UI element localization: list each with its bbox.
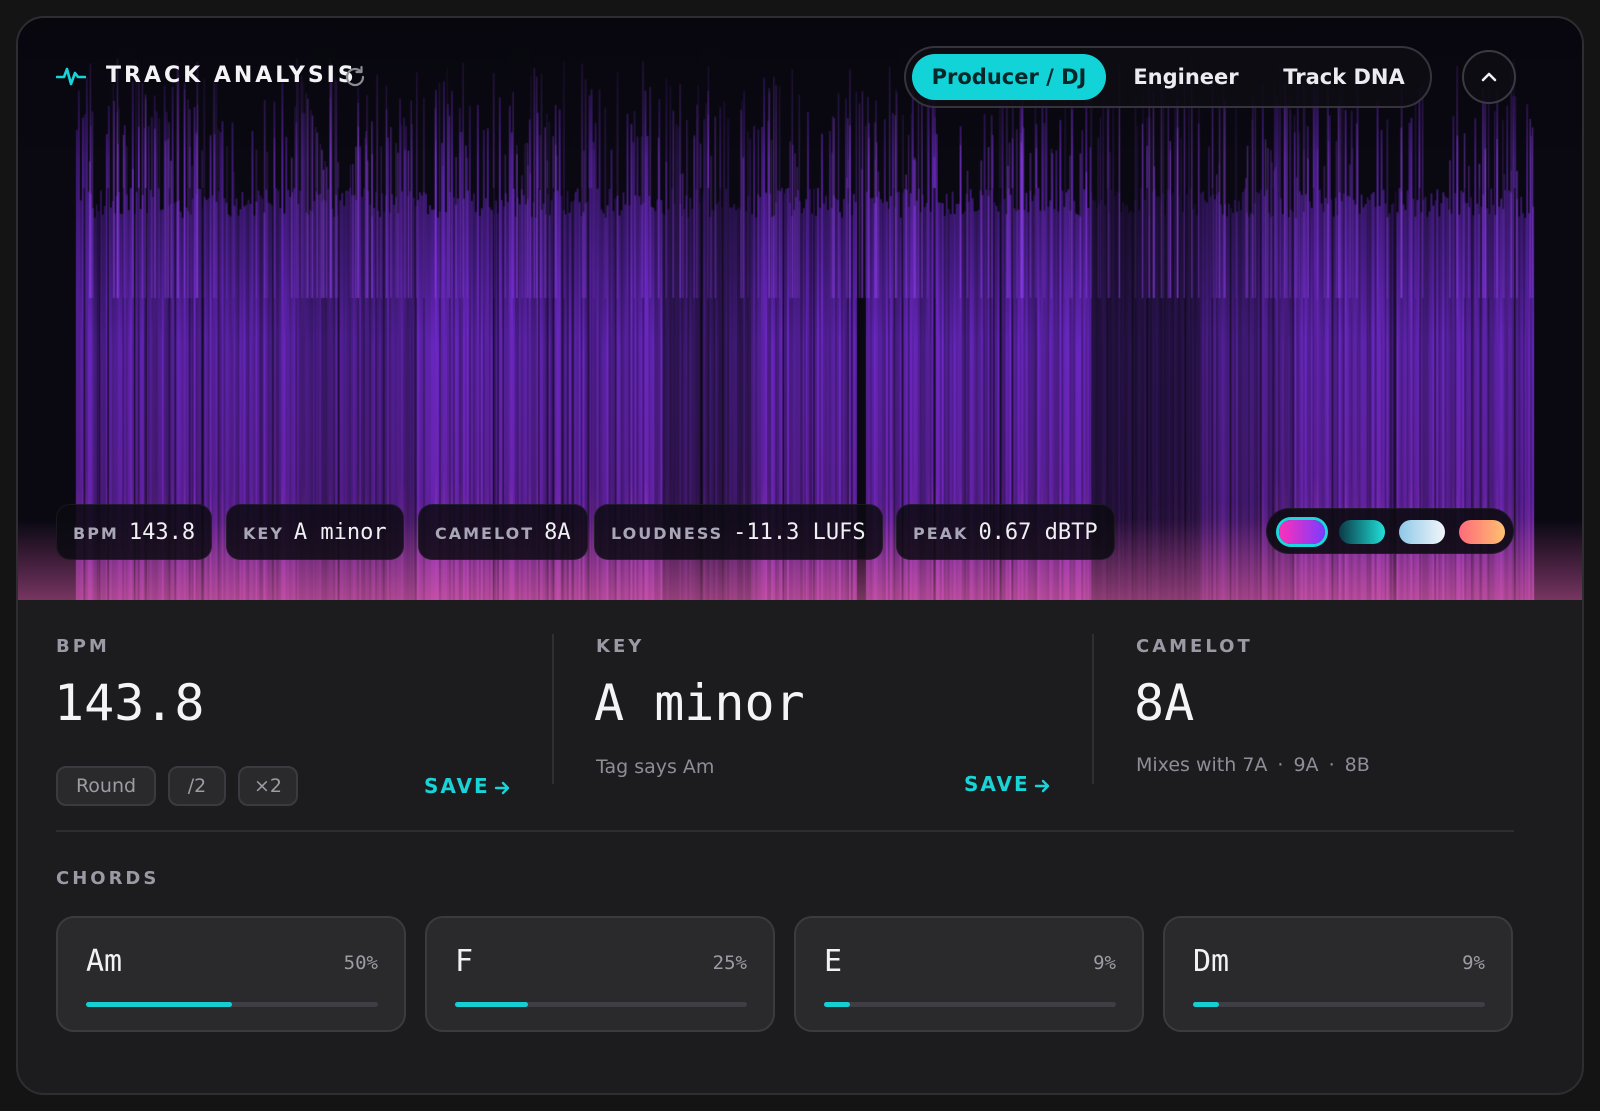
tab-engineer[interactable]: Engineer (1112, 54, 1260, 100)
arrow-right-icon (1034, 779, 1049, 792)
pulse-icon (56, 67, 86, 86)
column-divider (1092, 634, 1094, 784)
compatible-key: 9A (1293, 754, 1319, 776)
chord-percent: 25% (712, 952, 747, 974)
halve-bpm-button[interactable]: /2 (168, 766, 226, 806)
page-title: TRACK ANALYSIS (106, 63, 357, 88)
chord-share-fill (824, 1002, 851, 1007)
key-label: KEY (596, 636, 645, 657)
chords-label: CHORDS (56, 868, 160, 889)
camelot-pill: CAMELOT 8A (418, 504, 588, 560)
bpm-pill: BPM 143.8 (56, 504, 213, 560)
chord-share-bar (455, 1002, 747, 1007)
spectrogram-panel[interactable]: TRACK ANALYSIS Producer / DJ Engineer Tr… (18, 18, 1582, 600)
loudness-pill: LOUDNESS -11.3 LUFS (594, 504, 883, 560)
chord-name: Am (86, 944, 123, 979)
palette-swatch[interactable] (1339, 520, 1385, 544)
save-label: SAVE (964, 772, 1030, 796)
chord-card-am[interactable]: Am 50% (56, 916, 406, 1032)
compatible-keys: Mixes with 7A · 9A · 8B (1136, 754, 1370, 776)
pill-label: KEY (243, 524, 284, 543)
pill-label: BPM (73, 524, 119, 543)
save-bpm-button[interactable]: SAVE (424, 774, 512, 798)
tab-track-dna[interactable]: Track DNA (1266, 54, 1422, 100)
palette-swatch[interactable] (1459, 520, 1505, 544)
key-value: A minor (594, 674, 805, 732)
arrow-right-icon (494, 781, 509, 794)
key-pill: KEY A minor (226, 504, 404, 560)
pill-value: 0.67 dBTP (978, 520, 1098, 545)
bpm-label: BPM (56, 636, 110, 657)
collapse-button[interactable] (1462, 50, 1516, 104)
track-analysis-card: TRACK ANALYSIS Producer / DJ Engineer Tr… (16, 16, 1584, 1095)
chord-name: E (824, 944, 843, 979)
pill-label: CAMELOT (435, 524, 535, 543)
color-palette-picker (1266, 508, 1514, 554)
peak-pill: PEAK 0.67 dBTP (896, 504, 1115, 560)
chord-share-fill (455, 1002, 528, 1007)
chord-percent: 9% (1462, 952, 1485, 974)
pill-label: PEAK (913, 524, 969, 543)
chord-share-fill (1193, 1002, 1220, 1007)
pill-value: 143.8 (128, 520, 196, 545)
chord-share-bar (824, 1002, 1116, 1007)
mixes-prefix: Mixes with (1136, 754, 1237, 776)
round-bpm-button[interactable]: Round (56, 766, 156, 806)
pill-value: A minor (293, 520, 387, 545)
chord-card-dm[interactable]: Dm 9% (1163, 916, 1513, 1032)
chord-share-bar (86, 1002, 378, 1007)
chord-card-e[interactable]: E 9% (794, 916, 1144, 1032)
refresh-icon[interactable] (342, 64, 368, 90)
double-bpm-button[interactable]: ×2 (238, 766, 298, 806)
pill-value: -11.3 LUFS (733, 520, 866, 545)
pill-value: 8A (544, 520, 571, 545)
column-divider (552, 634, 554, 784)
palette-swatch[interactable] (1399, 520, 1445, 544)
chord-percent: 9% (1093, 952, 1116, 974)
compatible-key: 8B (1344, 754, 1370, 776)
pill-label: LOUDNESS (611, 524, 724, 543)
bpm-value: 143.8 (54, 674, 205, 732)
header: TRACK ANALYSIS Producer / DJ Engineer Tr… (18, 18, 1582, 138)
chord-name: Dm (1193, 944, 1230, 979)
chord-share-fill (86, 1002, 232, 1007)
compatible-key: 7A (1242, 754, 1268, 776)
chord-name: F (455, 944, 474, 979)
chord-card-f[interactable]: F 25% (425, 916, 775, 1032)
save-key-button[interactable]: SAVE (964, 772, 1052, 796)
section-divider (56, 830, 1514, 832)
save-label: SAVE (424, 774, 490, 798)
camelot-label: CAMELOT (1136, 636, 1253, 657)
key-tag-note: Tag says Am (596, 756, 715, 778)
chord-share-bar (1193, 1002, 1485, 1007)
chord-percent: 50% (343, 952, 378, 974)
palette-swatch[interactable] (1279, 520, 1325, 544)
tab-producer-dj[interactable]: Producer / DJ (912, 54, 1106, 100)
chevron-up-icon (1481, 72, 1497, 82)
camelot-value: 8A (1134, 674, 1195, 732)
view-mode-switcher: Producer / DJ Engineer Track DNA (904, 46, 1432, 108)
